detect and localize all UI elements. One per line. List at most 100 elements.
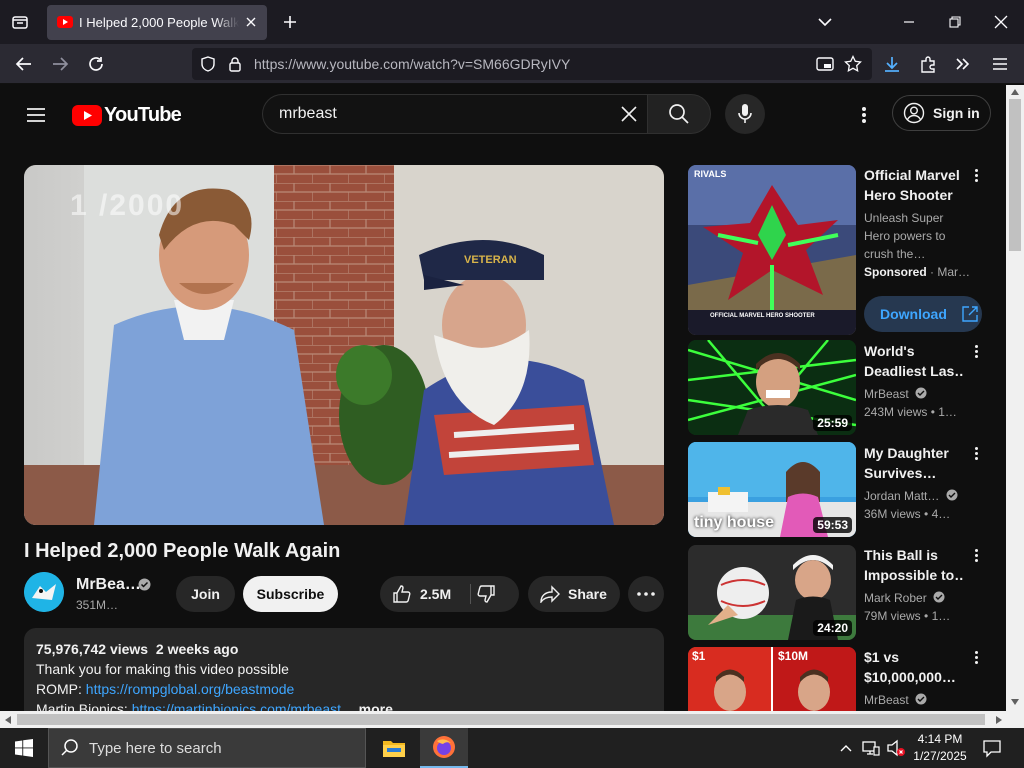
show-more-link[interactable]: ...more bbox=[347, 701, 393, 711]
related-thumbnail-4[interactable]: 24:20 bbox=[688, 545, 856, 640]
video-player[interactable]: VETERAN 1 /2000 bbox=[24, 165, 664, 525]
file-explorer-taskbar-button[interactable] bbox=[370, 728, 418, 768]
minimize-window-icon[interactable] bbox=[896, 9, 922, 35]
related-4-title-line-2: Impossible to… bbox=[864, 567, 964, 583]
like-button[interactable]: 2.5M bbox=[380, 576, 470, 612]
list-all-tabs-chevron-icon[interactable] bbox=[812, 9, 838, 35]
scroll-up-arrow-icon[interactable] bbox=[1011, 89, 1019, 95]
related-5-channel[interactable]: MrBeast bbox=[864, 691, 984, 709]
join-button[interactable]: Join bbox=[176, 576, 235, 612]
reload-icon[interactable] bbox=[83, 51, 109, 77]
related-3-stats: 36M views • 4… bbox=[864, 507, 951, 521]
back-arrow-icon[interactable] bbox=[11, 51, 37, 77]
search-icon bbox=[61, 739, 78, 756]
related-4-channel[interactable]: Mark Rober bbox=[864, 589, 984, 607]
like-dislike-group: 2.5M bbox=[380, 576, 519, 612]
channel-avatar[interactable] bbox=[24, 572, 64, 612]
url-text[interactable]: https://www.youtube.com/watch?v=SM66GDRy… bbox=[254, 56, 570, 72]
related-3-title[interactable]: My Daughter Survives… bbox=[864, 443, 964, 483]
forward-arrow-icon[interactable] bbox=[47, 51, 73, 77]
guide-menu-icon[interactable] bbox=[24, 103, 48, 127]
description-box[interactable]: 75,976,742 views 2 weeks ago Thank you f… bbox=[24, 628, 664, 711]
tab-list-icon[interactable] bbox=[7, 9, 33, 35]
new-tab-icon[interactable] bbox=[277, 9, 303, 35]
address-bar[interactable]: https://www.youtube.com/watch?v=SM66GDRy… bbox=[192, 48, 872, 80]
extensions-puzzle-icon[interactable] bbox=[915, 51, 941, 77]
related-5-title[interactable]: $1 vs $10,000,000… bbox=[864, 647, 964, 687]
related-thumbnail-2[interactable]: 25:59 bbox=[688, 340, 856, 435]
restore-window-icon[interactable] bbox=[942, 9, 968, 35]
tab-title: I Helped 2,000 People Walk Again bbox=[79, 15, 239, 30]
search-input-value[interactable]: mrbeast bbox=[279, 105, 337, 123]
clear-search-icon[interactable] bbox=[619, 104, 639, 124]
channel-name[interactable]: MrBea… bbox=[76, 576, 141, 594]
thumbs-down-icon[interactable] bbox=[476, 584, 496, 604]
volume-muted-icon[interactable] bbox=[886, 739, 906, 757]
settings-more-vert-icon[interactable] bbox=[857, 103, 871, 127]
downloads-icon[interactable] bbox=[879, 51, 905, 77]
search-input[interactable]: mrbeast bbox=[262, 94, 648, 134]
related-ad-description: Unleash Super Hero powers to crush the… bbox=[864, 209, 984, 263]
network-icon[interactable] bbox=[862, 739, 880, 757]
related-thumbnail-3[interactable]: tiny house 59:53 bbox=[688, 442, 856, 537]
related-4-more-icon[interactable] bbox=[968, 547, 984, 567]
search-icon bbox=[669, 104, 689, 124]
martin-bionics-link[interactable]: https://martinbionics.com/mrbeast bbox=[132, 701, 341, 711]
app-menu-hamburger-icon[interactable] bbox=[987, 51, 1013, 77]
share-button[interactable]: Share bbox=[528, 576, 620, 612]
verified-check-icon bbox=[946, 489, 958, 501]
vertical-scrollbar[interactable] bbox=[1006, 85, 1024, 711]
related-thumbnail-5[interactable]: M $1 $10M bbox=[688, 647, 856, 711]
folder-icon bbox=[383, 741, 405, 757]
system-clock[interactable]: 4:14 PM 1/27/2025 bbox=[908, 731, 972, 765]
romp-link[interactable]: https://rompglobal.org/beastmode bbox=[86, 681, 295, 697]
related-4-channel-name: Mark Rober bbox=[864, 591, 927, 605]
more-actions-button[interactable] bbox=[628, 576, 664, 612]
related-ad-title-line-1: Official Marvel bbox=[864, 167, 960, 183]
related-4-age: 1… bbox=[931, 609, 951, 623]
show-hidden-icons-chevron-icon[interactable] bbox=[838, 740, 854, 756]
related-3-thumbnail-caption: tiny house bbox=[694, 514, 775, 531]
horizontal-scrollbar[interactable] bbox=[0, 711, 1024, 728]
related-2-stats: 243M views • 1… bbox=[864, 405, 957, 419]
picture-in-picture-icon[interactable] bbox=[816, 56, 834, 72]
related-3-more-icon[interactable] bbox=[968, 445, 984, 465]
voice-search-button[interactable] bbox=[725, 94, 765, 134]
youtube-logo[interactable]: YouTube bbox=[72, 102, 182, 128]
related-4-title[interactable]: This Ball is Impossible to… bbox=[864, 545, 964, 585]
more-tools-chevrons-icon[interactable] bbox=[950, 51, 976, 77]
close-tab-icon[interactable] bbox=[243, 14, 259, 30]
tracking-protection-shield-icon[interactable] bbox=[200, 56, 216, 72]
more-horiz-icon bbox=[637, 592, 655, 596]
bookmark-star-icon[interactable] bbox=[844, 55, 862, 73]
related-3-channel[interactable]: Jordan Matt… bbox=[864, 487, 984, 505]
related-ad-title[interactable]: Official Marvel Hero Shooter bbox=[864, 165, 964, 205]
start-button[interactable] bbox=[0, 728, 48, 768]
related-2-more-icon[interactable] bbox=[968, 343, 984, 363]
search-button[interactable] bbox=[647, 94, 711, 134]
notifications-icon[interactable] bbox=[982, 738, 1002, 758]
close-window-icon[interactable] bbox=[988, 9, 1014, 35]
scroll-right-arrow-icon[interactable] bbox=[996, 716, 1002, 724]
firefox-taskbar-button[interactable] bbox=[420, 728, 468, 768]
ad-thumbnail-logo-text: RIVALS bbox=[694, 169, 727, 179]
related-2-title[interactable]: World's Deadliest Las… bbox=[864, 341, 964, 381]
related-thumbnail-ad[interactable]: RIVALS OFFICIAL MARVEL HERO SHOOTER bbox=[688, 165, 856, 335]
lock-icon[interactable] bbox=[228, 56, 242, 72]
horizontal-scroll-thumb[interactable] bbox=[17, 714, 985, 725]
sign-in-button[interactable]: Sign in bbox=[892, 95, 991, 131]
related-2-channel[interactable]: MrBeast bbox=[864, 385, 984, 403]
subscribe-button[interactable]: Subscribe bbox=[243, 576, 338, 612]
vertical-scroll-thumb[interactable] bbox=[1009, 99, 1021, 251]
scroll-down-arrow-icon[interactable] bbox=[1011, 699, 1019, 705]
browser-tab-active[interactable]: I Helped 2,000 People Walk Again bbox=[47, 5, 267, 40]
ad-download-button[interactable]: Download bbox=[864, 296, 982, 332]
related-5-more-icon[interactable] bbox=[968, 649, 984, 669]
verified-check-icon bbox=[915, 693, 927, 705]
video-title: I Helped 2,000 People Walk Again bbox=[24, 540, 341, 562]
related-5-channel-name: MrBeast bbox=[864, 693, 909, 707]
share-label: Share bbox=[568, 586, 607, 602]
related-ad-more-icon[interactable] bbox=[968, 167, 984, 187]
taskbar-search-box[interactable]: Type here to search bbox=[48, 728, 366, 768]
scroll-left-arrow-icon[interactable] bbox=[5, 716, 11, 724]
